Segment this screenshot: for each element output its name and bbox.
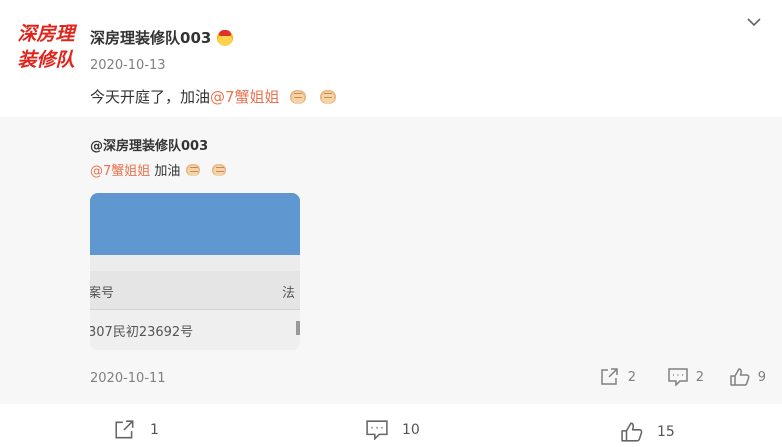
fist-emoji-icon: [212, 163, 227, 176]
image-header-band: [90, 193, 300, 255]
repost-like-button[interactable]: 9: [729, 368, 766, 386]
fist-emoji-icon: [289, 89, 306, 104]
comment-icon: [667, 368, 688, 386]
share-button[interactable]: 1: [114, 420, 159, 440]
repost-date[interactable]: 2020-10-11: [90, 371, 166, 386]
repost-image[interactable]: 案号 法 307民初23692号: [90, 193, 300, 350]
repost-mention-link[interactable]: @7蟹姐姐: [90, 160, 150, 179]
like-icon: [729, 368, 750, 386]
share-icon: [115, 420, 134, 439]
repost-like-count: 9: [757, 369, 766, 385]
like-icon: [621, 422, 643, 442]
share-count: 1: [150, 422, 159, 438]
comment-count: 10: [402, 422, 420, 438]
repost-comment-button[interactable]: 2: [667, 368, 704, 386]
avatar[interactable]: 深房理 装修队: [10, 18, 82, 76]
post-text: 今天开庭了，加油 @7蟹姐姐: [90, 86, 336, 107]
comment-button[interactable]: 10: [366, 420, 420, 440]
avatar-line-2: 装修队: [17, 49, 75, 71]
fist-emoji-icon: [186, 163, 201, 176]
vip-crown-icon: [217, 29, 234, 46]
fist-emoji-icon: [319, 89, 336, 104]
image-header-right: 法: [282, 286, 296, 301]
chevron-down-icon[interactable]: [746, 14, 762, 30]
mention-link[interactable]: @7蟹姐姐: [210, 86, 280, 107]
like-button[interactable]: 15: [621, 422, 675, 442]
repost-author[interactable]: @深房理装修队003: [90, 135, 208, 154]
avatar-line-1: 深房理: [17, 23, 75, 45]
share-icon: [600, 368, 618, 385]
repost-comment-count: 2: [695, 369, 704, 385]
username-link[interactable]: 深房理装修队003: [90, 27, 211, 48]
post-author: 深房理装修队003: [90, 27, 234, 48]
weibo-post: 深房理 装修队 深房理装修队003 2020-10-13 今天开庭了，加油 @7…: [0, 0, 782, 447]
image-value-left: 307民初23692号: [90, 325, 194, 340]
repost-text-content: 加油: [150, 164, 181, 179]
repost-text: @7蟹姐姐 加油: [90, 160, 227, 179]
image-header-left: 案号: [90, 286, 115, 301]
repost-block: @深房理装修队003 @7蟹姐姐 加油 案号 法 307民初23692号 202…: [0, 117, 782, 404]
image-table-header: [90, 271, 300, 310]
comment-icon: [366, 420, 388, 440]
like-count: 15: [657, 424, 675, 440]
post-actions: 1 10 15: [0, 404, 782, 447]
repost-share-count: 2: [627, 369, 636, 385]
image-value-right: [296, 321, 300, 335]
repost-share-button[interactable]: 2: [600, 368, 636, 386]
post-date[interactable]: 2020-10-13: [90, 58, 166, 73]
post-text-content: 今天开庭了，加油: [90, 88, 211, 106]
